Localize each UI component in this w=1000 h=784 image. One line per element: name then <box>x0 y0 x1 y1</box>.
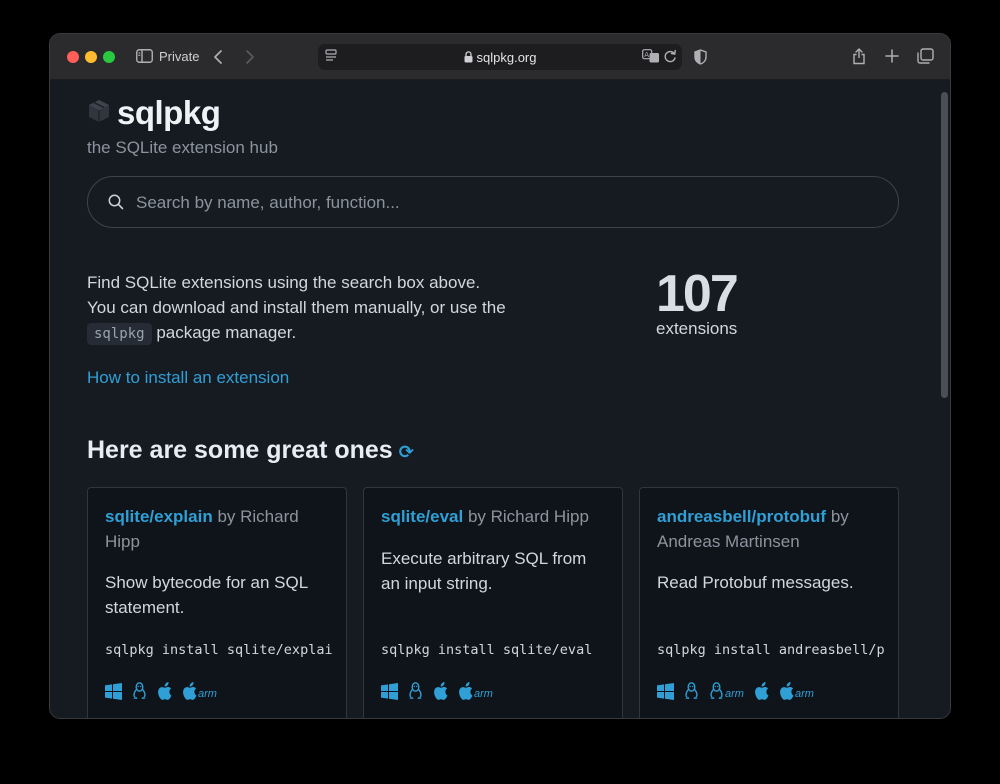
extension-card: sqlite/eval by Richard Hipp Execute arbi… <box>363 487 623 718</box>
tagline: the SQLite extension hub <box>87 138 278 157</box>
refresh-icon[interactable]: ⟳ <box>399 442 414 463</box>
linux-arm-icon[interactable]: arm <box>709 682 744 700</box>
windows-icon[interactable] <box>657 682 674 700</box>
linux-icon[interactable] <box>408 682 423 700</box>
intro-line2: package manager. <box>156 323 297 342</box>
close-window-button[interactable] <box>67 51 79 63</box>
minimize-window-button[interactable] <box>85 51 97 63</box>
install-command[interactable]: sqlpkg install sqlite/explai <box>105 642 333 658</box>
count-number: 107 <box>656 265 739 323</box>
privacy-shield-icon[interactable] <box>694 49 707 65</box>
card-header: sqlite/eval by Richard Hipp <box>381 504 609 529</box>
apple-arm-icon[interactable]: arm <box>182 682 217 700</box>
platform-list: arm arm <box>657 682 814 700</box>
card-header: sqlite/explain by Richard Hipp <box>105 504 333 554</box>
search-input[interactable] <box>134 177 878 229</box>
count-label: extensions <box>656 319 738 338</box>
extension-description: Read Protobuf messages. <box>657 573 854 592</box>
search-icon <box>108 194 124 215</box>
windows-icon[interactable] <box>105 682 122 700</box>
apple-icon[interactable] <box>433 682 448 700</box>
url-text: sqlpkg.org <box>476 50 537 65</box>
extension-card: andreasbell/protobuf by Andreas Martinse… <box>639 487 899 718</box>
lock-icon <box>464 51 473 66</box>
section-title: Here are some great ones ⟳ <box>87 436 414 465</box>
new-tab-icon[interactable] <box>885 49 899 63</box>
forward-icon[interactable] <box>245 49 255 65</box>
sidebar-icon[interactable] <box>136 49 153 63</box>
linux-icon[interactable] <box>132 682 147 700</box>
card-header: andreasbell/protobuf by Andreas Martinse… <box>657 504 885 554</box>
extension-card: sqlite/explain by Richard Hipp Show byte… <box>87 487 347 718</box>
scrollbar-thumb[interactable] <box>941 92 948 398</box>
install-command[interactable]: sqlpkg install andreasbell/p <box>657 642 885 658</box>
arm-label: arm <box>198 688 217 700</box>
extension-description: Show bytecode for an SQL statement. <box>105 573 308 617</box>
share-icon[interactable] <box>852 47 866 65</box>
arm-label: arm <box>474 688 493 700</box>
reload-icon[interactable] <box>663 49 677 64</box>
linux-icon[interactable] <box>684 682 699 700</box>
platform-list: arm <box>105 682 217 700</box>
extension-description: Execute arbitrary SQL from an input stri… <box>381 549 587 593</box>
extensions-count: 107 extensions <box>656 265 739 338</box>
apple-arm-icon[interactable]: arm <box>458 682 493 700</box>
private-label: Private <box>159 49 200 64</box>
address-bar[interactable]: sqlpkg.org A <box>318 44 682 70</box>
extension-name-link[interactable]: andreasbell/protobuf <box>657 507 826 526</box>
extension-author: by Richard Hipp <box>467 507 589 526</box>
windows-icon[interactable] <box>381 682 398 700</box>
tab-overview-icon[interactable] <box>917 48 934 64</box>
sqlpkg-code: sqlpkg <box>87 323 152 345</box>
site-title: sqlpkg <box>117 94 221 131</box>
search-box[interactable] <box>87 176 899 229</box>
section-title-text: Here are some great ones <box>87 436 393 464</box>
extension-name-link[interactable]: sqlite/explain <box>105 507 213 526</box>
install-extension-link[interactable]: How to install an extension <box>87 368 289 388</box>
extension-name-link[interactable]: sqlite/eval <box>381 507 463 526</box>
install-command[interactable]: sqlpkg install sqlite/eval <box>381 642 609 658</box>
svg-text:A: A <box>644 51 649 59</box>
apple-icon[interactable] <box>157 682 172 700</box>
brand[interactable]: sqlpkg <box>87 94 221 132</box>
page-content: sqlpkg the SQLite extension hub Find SQL… <box>50 80 938 718</box>
apple-icon[interactable] <box>754 682 769 700</box>
translate-icon[interactable]: A <box>642 49 660 63</box>
arm-label: arm <box>725 688 744 700</box>
apple-arm-icon[interactable]: arm <box>779 682 814 700</box>
intro-line1: Find SQLite extensions using the search … <box>87 273 506 317</box>
platform-list: arm <box>381 682 493 700</box>
arm-label: arm <box>794 688 814 700</box>
title-bar: Private sqlpkg.org A <box>50 34 950 80</box>
back-icon[interactable] <box>213 49 223 65</box>
zoom-window-button[interactable] <box>103 51 115 63</box>
browser-window: Private sqlpkg.org A sqlpkg the SQLite e… <box>50 34 950 718</box>
scrollbar[interactable] <box>938 80 950 718</box>
intro-text: Find SQLite extensions using the search … <box>87 270 507 347</box>
package-logo-icon <box>87 98 111 129</box>
